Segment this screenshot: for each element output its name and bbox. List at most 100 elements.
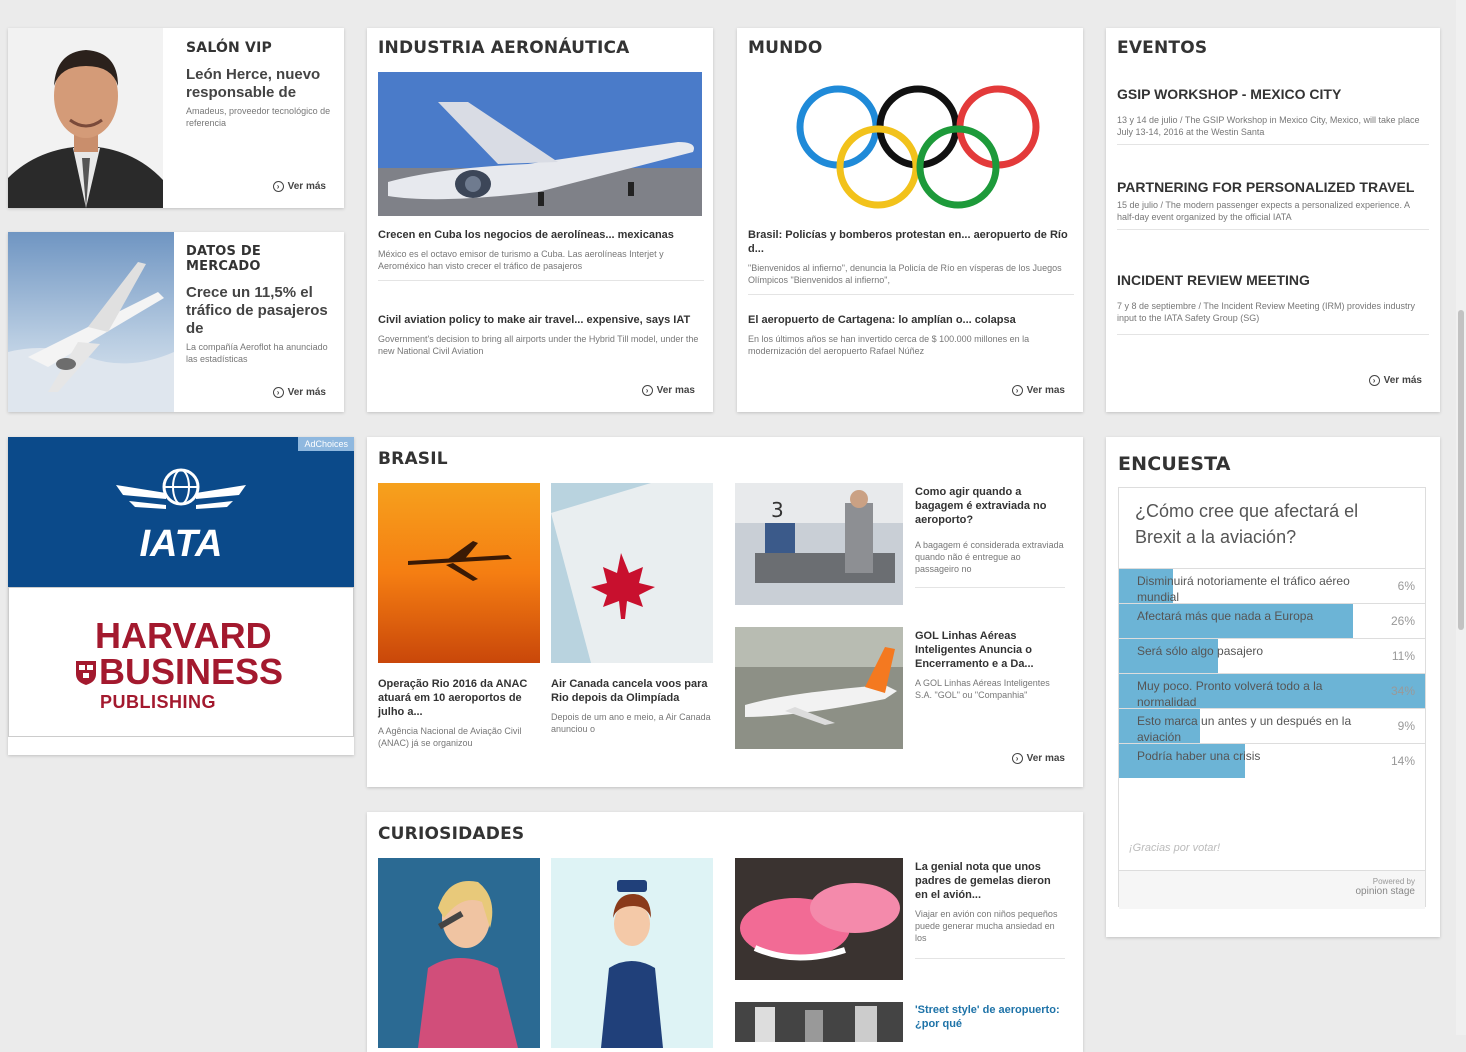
poll-option[interactable]: Afectará más que nada a Europa 26%	[1119, 603, 1425, 638]
event-item[interactable]: GSIP WORKSHOP - MEXICO CITY 13 y 14 de j…	[1117, 86, 1429, 145]
more-label: Ver más	[287, 181, 326, 192]
encuesta-title: ENCUESTA	[1118, 453, 1231, 475]
air-canada-tail-photo[interactable]	[551, 483, 713, 663]
poll-option-percent: 26%	[1390, 614, 1415, 628]
headline[interactable]: Operação Rio 2016 da ANAC atuará em 10 a…	[378, 677, 540, 719]
scrollbar-track[interactable]	[1456, 0, 1466, 1035]
salon-vip-headline[interactable]: León Herce, nuevo responsable de	[186, 66, 336, 102]
headline[interactable]: PARTNERING FOR PERSONALIZED TRAVEL	[1117, 179, 1429, 195]
datos-mercado-headline[interactable]: Crece un 11,5% el tráfico de pasajeros d…	[186, 284, 336, 338]
headline[interactable]: Air Canada cancela voos para Rio depois …	[551, 677, 713, 705]
baggage-claim-photo[interactable]: 3	[735, 483, 903, 605]
mundo-card: MUNDO Brasil: Policías y bomberos protes…	[737, 28, 1083, 412]
interjet-plane-photo[interactable]	[378, 72, 702, 216]
brasil-card: BRASIL Operação Rio 2016 da ANAC atuará …	[367, 437, 1083, 787]
datos-mercado-card: DATOS DE MERCADO Crece un 11,5% el tráfi…	[8, 232, 344, 412]
poll-option-percent: 11%	[1391, 649, 1415, 663]
poll-option-label: Esto marca un antes y un después en la a…	[1137, 714, 1352, 744]
excerpt: 13 y 14 de julio / The GSIP Workshop in …	[1117, 115, 1420, 137]
iata-wordmark: IATA	[139, 523, 223, 565]
industria-card: INDUSTRIA AERONÁUTICA Crecen en Cuba los…	[367, 28, 713, 412]
arrow-circle-icon: ›	[1011, 753, 1023, 764]
iata-banner[interactable]: IATA AdChoices	[8, 437, 354, 587]
business-wordmark: BUSINESS	[99, 651, 284, 692]
datos-mercado-more-link[interactable]: › Ver más	[272, 387, 326, 398]
curiosidades-list-item[interactable]: 'Street style' de aeropuerto: ¿por qué	[915, 1003, 1065, 1031]
industria-item[interactable]: Crecen en Cuba los negocios de aerolínea…	[378, 228, 704, 281]
mundo-item[interactable]: El aeropuerto de Cartagena: lo amplían o…	[748, 313, 1074, 357]
poll-option-label: Muy poco. Pronto volverá todo a la norma…	[1137, 679, 1323, 709]
harvard-shield-icon	[76, 661, 96, 685]
industria-item[interactable]: Civil aviation policy to make air travel…	[378, 313, 704, 357]
brasil-more-link[interactable]: › Ver mas	[1011, 753, 1065, 764]
event-item[interactable]: INCIDENT REVIEW MEETING 7 y 8 de septiem…	[1117, 272, 1429, 335]
headline[interactable]: Civil aviation policy to make air travel…	[378, 313, 704, 327]
event-item[interactable]: PARTNERING FOR PERSONALIZED TRAVEL 15 de…	[1117, 179, 1429, 230]
excerpt: 15 de julio / The modern passenger expec…	[1117, 200, 1410, 222]
headline[interactable]: Crecen en Cuba los negocios de aerolínea…	[378, 228, 704, 242]
headline[interactable]: Brasil: Policías y bomberos protestan en…	[748, 228, 1074, 256]
salon-vip-more-link[interactable]: › Ver más	[272, 181, 326, 192]
poll-option[interactable]: Esto marca un antes y un después en la a…	[1119, 708, 1425, 744]
headline[interactable]: GOL Linhas Aéreas Inteligentes Anuncia o…	[915, 629, 1065, 671]
powered-by[interactable]: Powered by opinion stage	[1356, 877, 1416, 897]
poll-widget: ¿Cómo cree que afectará el Brexit a la a…	[1118, 487, 1426, 909]
poll-option-percent: 14%	[1390, 754, 1415, 768]
arrow-circle-icon: ›	[272, 181, 284, 192]
pink-sneakers-photo[interactable]	[735, 858, 903, 980]
excerpt: En los últimos años se han invertido cer…	[748, 334, 1030, 356]
mundo-item[interactable]: Brasil: Policías y bomberos protestan en…	[748, 228, 1074, 295]
poll-thanks: ¡Gracias por votar!	[1129, 842, 1221, 854]
brasil-list-item[interactable]: Como agir quando a bagagem é extraviada …	[915, 485, 1065, 588]
scrollbar-thumb[interactable]	[1458, 310, 1464, 630]
excerpt: Government's decision to bring all airpo…	[378, 334, 699, 356]
curiosidades-list-item[interactable]: La genial nota que unos padres de gemela…	[915, 860, 1065, 959]
poll-option-label: Disminuirá notoriamente el tráfico aéreo…	[1137, 574, 1350, 604]
mundo-more-link[interactable]: › Ver mas	[1011, 385, 1065, 396]
svg-text:3: 3	[771, 498, 784, 522]
poll-option-percent: 9%	[1397, 719, 1415, 733]
arrow-circle-icon: ›	[272, 387, 284, 398]
adchoices-badge[interactable]: AdChoices	[298, 437, 354, 451]
poll-option-label: Podría haber una crisis	[1137, 749, 1261, 763]
stewardess-illustration[interactable]	[551, 858, 713, 1048]
headline[interactable]: El aeropuerto de Cartagena: lo amplían o…	[748, 313, 1074, 327]
headline[interactable]: Como agir quando a bagagem é extraviada …	[915, 485, 1065, 527]
poll-option-label: Será sólo algo pasajero	[1137, 644, 1264, 658]
industria-more-link[interactable]: › Ver mas	[641, 385, 695, 396]
brasil-col-item[interactable]: Air Canada cancela voos para Rio depois …	[551, 677, 713, 735]
advertisement[interactable]: IATA AdChoices HARVARD BUSINESS PUBLISHI…	[8, 437, 354, 755]
headline[interactable]: 'Street style' de aeropuerto: ¿por qué	[915, 1003, 1065, 1031]
olympic-rings-image[interactable]	[748, 72, 1072, 222]
brasil-col-item[interactable]: Operação Rio 2016 da ANAC atuará em 10 a…	[378, 677, 540, 749]
arrow-circle-icon: ›	[641, 385, 653, 396]
gol-plane-photo[interactable]	[735, 627, 903, 749]
singer-photo[interactable]	[378, 858, 540, 1048]
more-label: Ver mas	[1026, 385, 1065, 396]
headline[interactable]: INCIDENT REVIEW MEETING	[1117, 272, 1429, 288]
sunset-plane-photo[interactable]	[378, 483, 540, 663]
more-label: Ver más	[1383, 375, 1422, 386]
headline[interactable]: La genial nota que unos padres de gemela…	[915, 860, 1065, 902]
encuesta-card: ENCUESTA ¿Cómo cree que afectará el Brex…	[1106, 437, 1440, 937]
poll-option[interactable]: Disminuirá notoriamente el tráfico aéreo…	[1119, 568, 1425, 604]
brasil-list-item[interactable]: GOL Linhas Aéreas Inteligentes Anuncia o…	[915, 629, 1065, 701]
salon-vip-excerpt: Amadeus, proveedor tecnológico de refere…	[186, 106, 331, 128]
excerpt: A GOL Linhas Aéreas Inteligentes S.A. "G…	[915, 678, 1050, 700]
mundo-title: MUNDO	[748, 38, 823, 58]
curiosidades-card: CURIOSIDADES La genial nota que unos pad…	[367, 812, 1083, 1052]
brasil-title: BRASIL	[378, 449, 448, 469]
salon-vip-title: SALÓN VIP	[186, 40, 272, 56]
headline[interactable]: GSIP WORKSHOP - MEXICO CITY	[1117, 86, 1429, 102]
datos-mercado-title: DATOS DE MERCADO	[186, 244, 261, 274]
aeroflot-plane-photo[interactable]	[8, 232, 174, 412]
eventos-card: EVENTOS GSIP WORKSHOP - MEXICO CITY 13 y…	[1106, 28, 1440, 412]
poll-option[interactable]: Muy poco. Pronto volverá todo a la norma…	[1119, 673, 1425, 709]
more-label: Ver mas	[1026, 753, 1065, 764]
eventos-more-link[interactable]: › Ver más	[1368, 375, 1422, 386]
street-style-photo[interactable]	[735, 1002, 903, 1042]
poll-option[interactable]: Será sólo algo pasajero 11%	[1119, 638, 1425, 673]
harvard-banner[interactable]: HARVARD BUSINESS PUBLISHING	[8, 587, 354, 737]
poll-option[interactable]: Podría haber una crisis 14%	[1119, 743, 1425, 778]
leon-herce-photo[interactable]	[8, 28, 163, 208]
